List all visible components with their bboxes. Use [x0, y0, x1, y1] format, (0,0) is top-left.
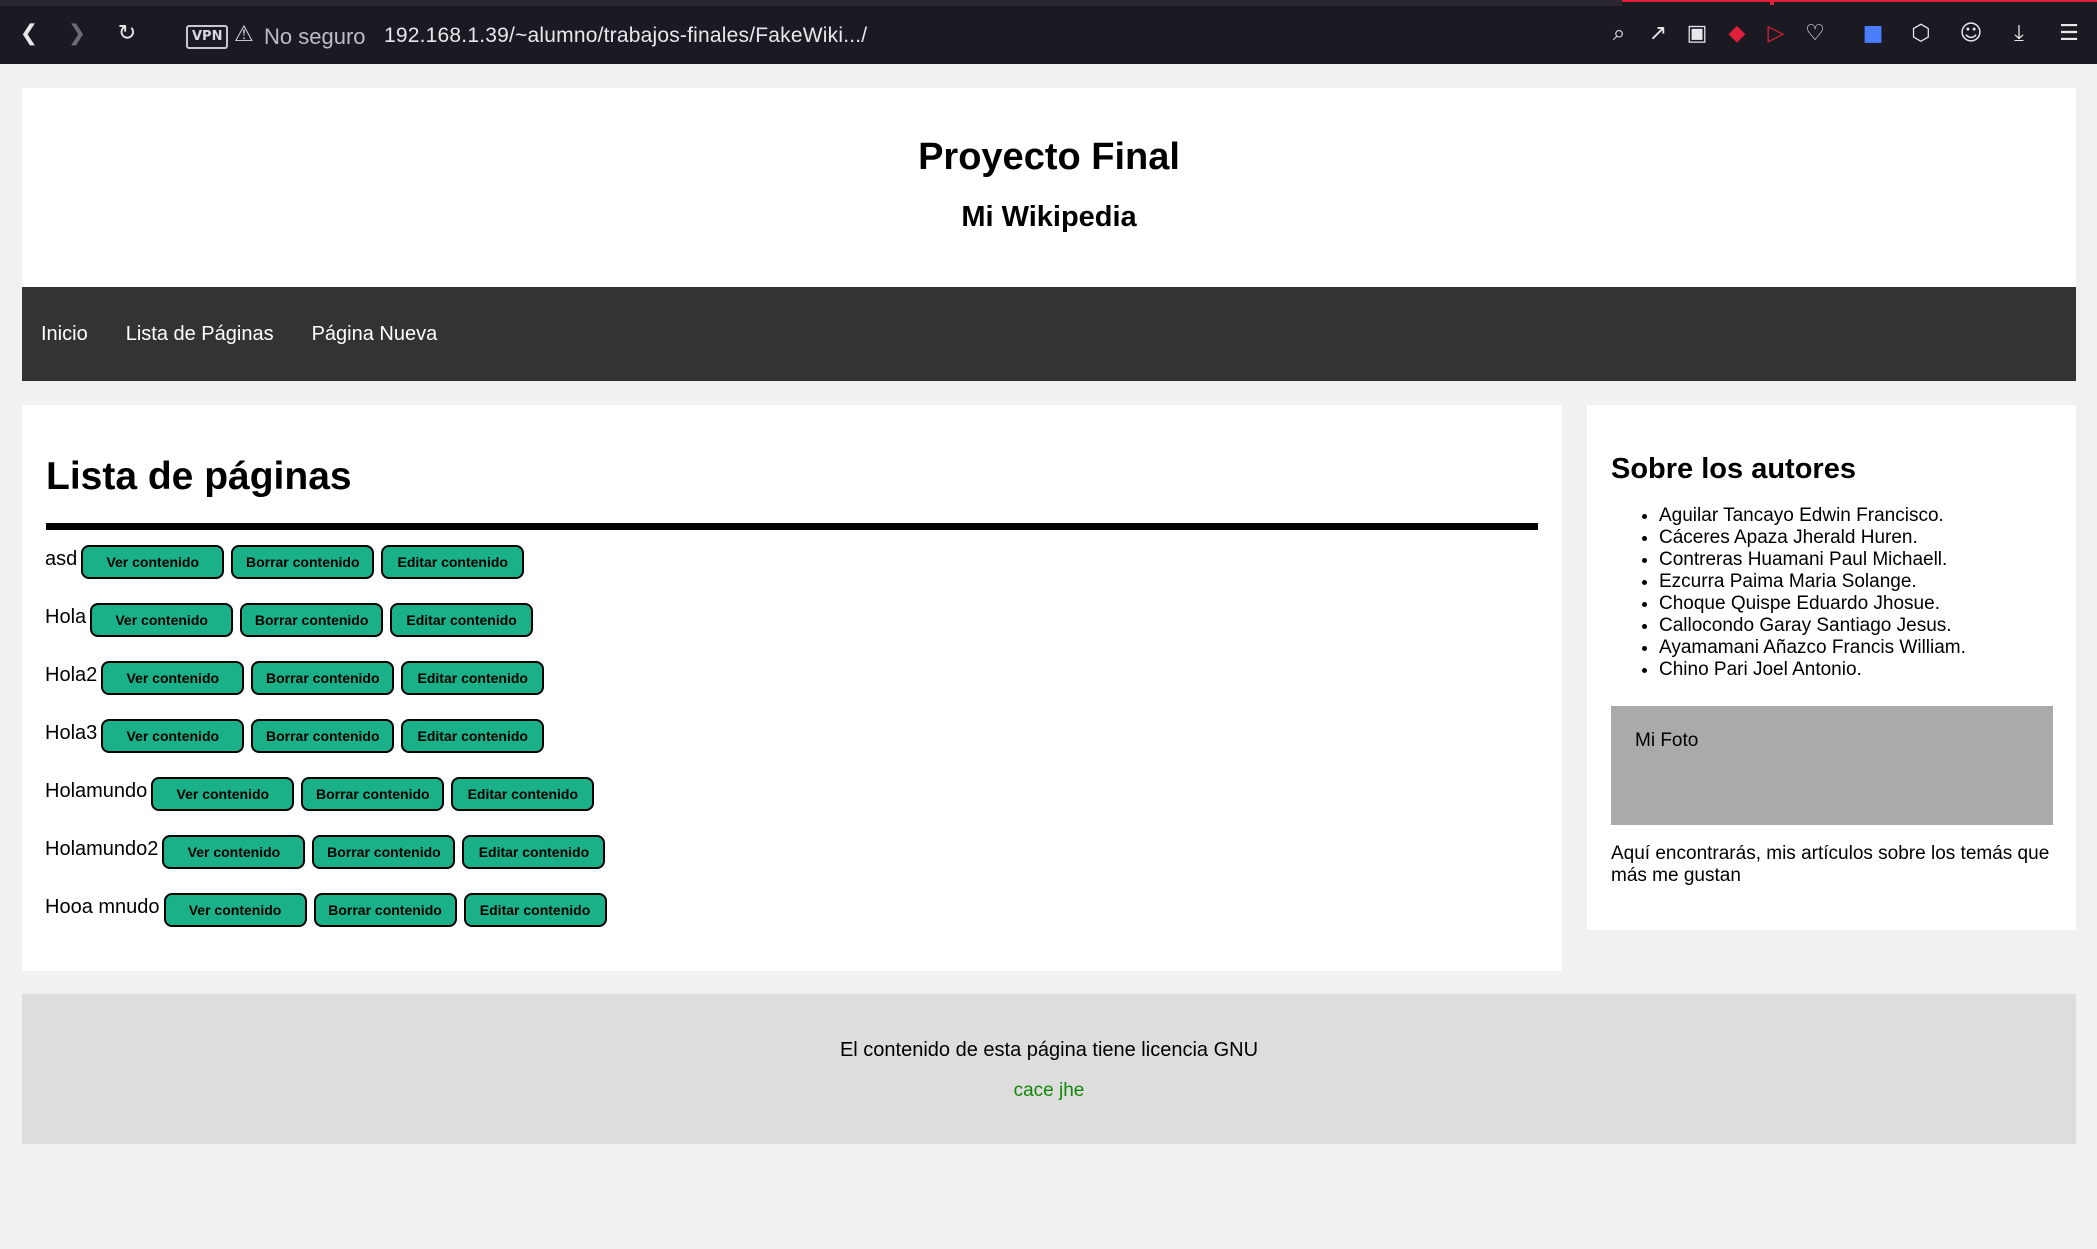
browser-toolbar: ❮ ❯ ↻ VPN ⚠ No seguro 192.168.1.39/~alum…	[0, 0, 2097, 64]
photo-placeholder: Mi Foto	[1611, 706, 2053, 825]
view-button[interactable]: Ver contenido	[162, 835, 306, 869]
vpn-badge[interactable]: VPN	[186, 25, 229, 49]
tab-indicator	[1772, 0, 2097, 5]
author-item: Callocondo Garay Santiago Jesus.	[1659, 615, 1966, 637]
nav-lista-paginas[interactable]: Lista de Páginas	[107, 323, 293, 346]
view-button[interactable]: Ver contenido	[90, 603, 234, 637]
sidebar-heading: Sobre los autores	[1611, 453, 1856, 485]
view-button[interactable]: Ver contenido	[163, 893, 307, 927]
page-name: Hola3	[45, 722, 98, 744]
delete-button[interactable]: Borrar contenido	[231, 545, 375, 579]
menu-icon[interactable]: ☰	[2054, 18, 2084, 48]
send-icon[interactable]: ▷	[1761, 18, 1791, 48]
download-icon[interactable]: ⤓	[2004, 18, 2034, 48]
edit-button[interactable]: Editar contenido	[463, 893, 607, 927]
edit-button[interactable]: Editar contenido	[401, 719, 545, 753]
share-icon[interactable]: ↗	[1643, 18, 1673, 48]
site-title: Proyecto Final	[918, 136, 1180, 178]
back-icon[interactable]: ❮	[14, 18, 44, 48]
author-item: Aguilar Tancayo Edwin Francisco.	[1659, 505, 1966, 527]
main-card: Lista de páginas asd Ver contenido Borra…	[22, 405, 1562, 971]
page-name: asd	[45, 548, 78, 570]
warning-icon[interactable]: ⚠	[234, 22, 254, 47]
content-row: Lista de páginas asd Ver contenido Borra…	[22, 405, 2076, 995]
delete-button[interactable]: Borrar contenido	[313, 893, 457, 927]
heart-icon[interactable]: ♡	[1800, 18, 1830, 48]
page-name: Hola2	[45, 664, 98, 686]
page-name: Hola	[45, 606, 87, 628]
edit-button[interactable]: Editar contenido	[381, 545, 525, 579]
box-icon[interactable]: ⬡	[1906, 18, 1936, 48]
author-item: Chino Pari Joel Antonio.	[1659, 659, 1966, 681]
author-item: Contreras Huamani Paul Michaell.	[1659, 549, 1966, 571]
site-header: Proyecto Final Mi Wikipedia	[22, 88, 2076, 287]
view-button[interactable]: Ver contenido	[101, 661, 245, 695]
heading-divider	[46, 523, 1538, 530]
edit-button[interactable]: Editar contenido	[462, 835, 606, 869]
author-item: Ayamamani Añazco Francis William.	[1659, 637, 1966, 659]
profile-icon[interactable]: ☺	[1956, 18, 1986, 48]
delete-button[interactable]: Borrar contenido	[301, 777, 445, 811]
list-item: Hola2 Ver contenido Borrar contenido Edi…	[45, 661, 614, 719]
top-nav: Inicio Lista de Páginas Página Nueva	[22, 287, 2076, 381]
reload-icon[interactable]: ↻	[112, 18, 142, 48]
translate-icon[interactable]: ■	[1858, 18, 1888, 48]
edit-button[interactable]: Editar contenido	[401, 661, 545, 695]
view-button[interactable]: Ver contenido	[101, 719, 245, 753]
active-tab-indicator	[1622, 0, 1772, 5]
view-button[interactable]: Ver contenido	[151, 777, 295, 811]
about-text: Aquí encontrarás, mis artículos sobre lo…	[1611, 843, 2050, 886]
edit-button[interactable]: Editar contenido	[451, 777, 595, 811]
page: Proyecto Final Mi Wikipedia Inicio Lista…	[22, 88, 2076, 1144]
author-item: Cáceres Apaza Jherald Huren.	[1659, 527, 1966, 549]
shield-icon[interactable]: ◆	[1722, 18, 1752, 48]
delete-button[interactable]: Borrar contenido	[312, 835, 456, 869]
tab-strip	[0, 0, 1622, 6]
list-item: Hola3 Ver contenido Borrar contenido Edi…	[45, 719, 614, 777]
list-item: Hooa mnudo Ver contenido Borrar contenid…	[45, 893, 614, 951]
nav-inicio[interactable]: Inicio	[22, 323, 107, 346]
photo-label: Mi Foto	[1635, 730, 1699, 751]
search-icon[interactable]: ⌕	[1604, 18, 1634, 48]
author-item: Choque Quispe Eduardo Jhosue.	[1659, 593, 1966, 615]
delete-button[interactable]: Borrar contenido	[251, 719, 395, 753]
page-name: Holamundo	[45, 780, 148, 802]
author-item: Ezcurra Paima Maria Solange.	[1659, 571, 1966, 593]
address-bar[interactable]: 192.168.1.39/~alumno/trabajos-finales/Fa…	[384, 24, 867, 48]
page-list: asd Ver contenido Borrar contenido Edita…	[45, 545, 614, 951]
view-button[interactable]: Ver contenido	[81, 545, 225, 579]
license-text: El contenido de esta página tiene licenc…	[839, 1039, 1259, 1061]
site-footer: El contenido de esta página tiene licenc…	[22, 994, 2076, 1144]
site-subtitle: Mi Wikipedia	[961, 201, 1137, 233]
nav-pagina-nueva[interactable]: Página Nueva	[293, 323, 457, 346]
page-name: Holamundo2	[45, 838, 159, 860]
forward-icon[interactable]: ❯	[62, 18, 92, 48]
author-list: Aguilar Tancayo Edwin Francisco. Cáceres…	[1611, 505, 1966, 681]
delete-button[interactable]: Borrar contenido	[240, 603, 384, 637]
page-heading: Lista de páginas	[46, 455, 352, 498]
edit-button[interactable]: Editar contenido	[390, 603, 534, 637]
footer-link[interactable]: cace jhe	[22, 1080, 2076, 1102]
delete-button[interactable]: Borrar contenido	[251, 661, 395, 695]
sidebar-card: Sobre los autores Aguilar Tancayo Edwin …	[1587, 405, 2076, 930]
list-item: Holamundo Ver contenido Borrar contenido…	[45, 777, 614, 835]
list-item: asd Ver contenido Borrar contenido Edita…	[45, 545, 614, 603]
camera-icon[interactable]: ▣	[1682, 18, 1712, 48]
page-name: Hooa mnudo	[45, 896, 160, 918]
list-item: Holamundo2 Ver contenido Borrar contenid…	[45, 835, 614, 893]
list-item: Hola Ver contenido Borrar contenido Edit…	[45, 603, 614, 661]
security-status[interactable]: No seguro	[264, 24, 366, 50]
